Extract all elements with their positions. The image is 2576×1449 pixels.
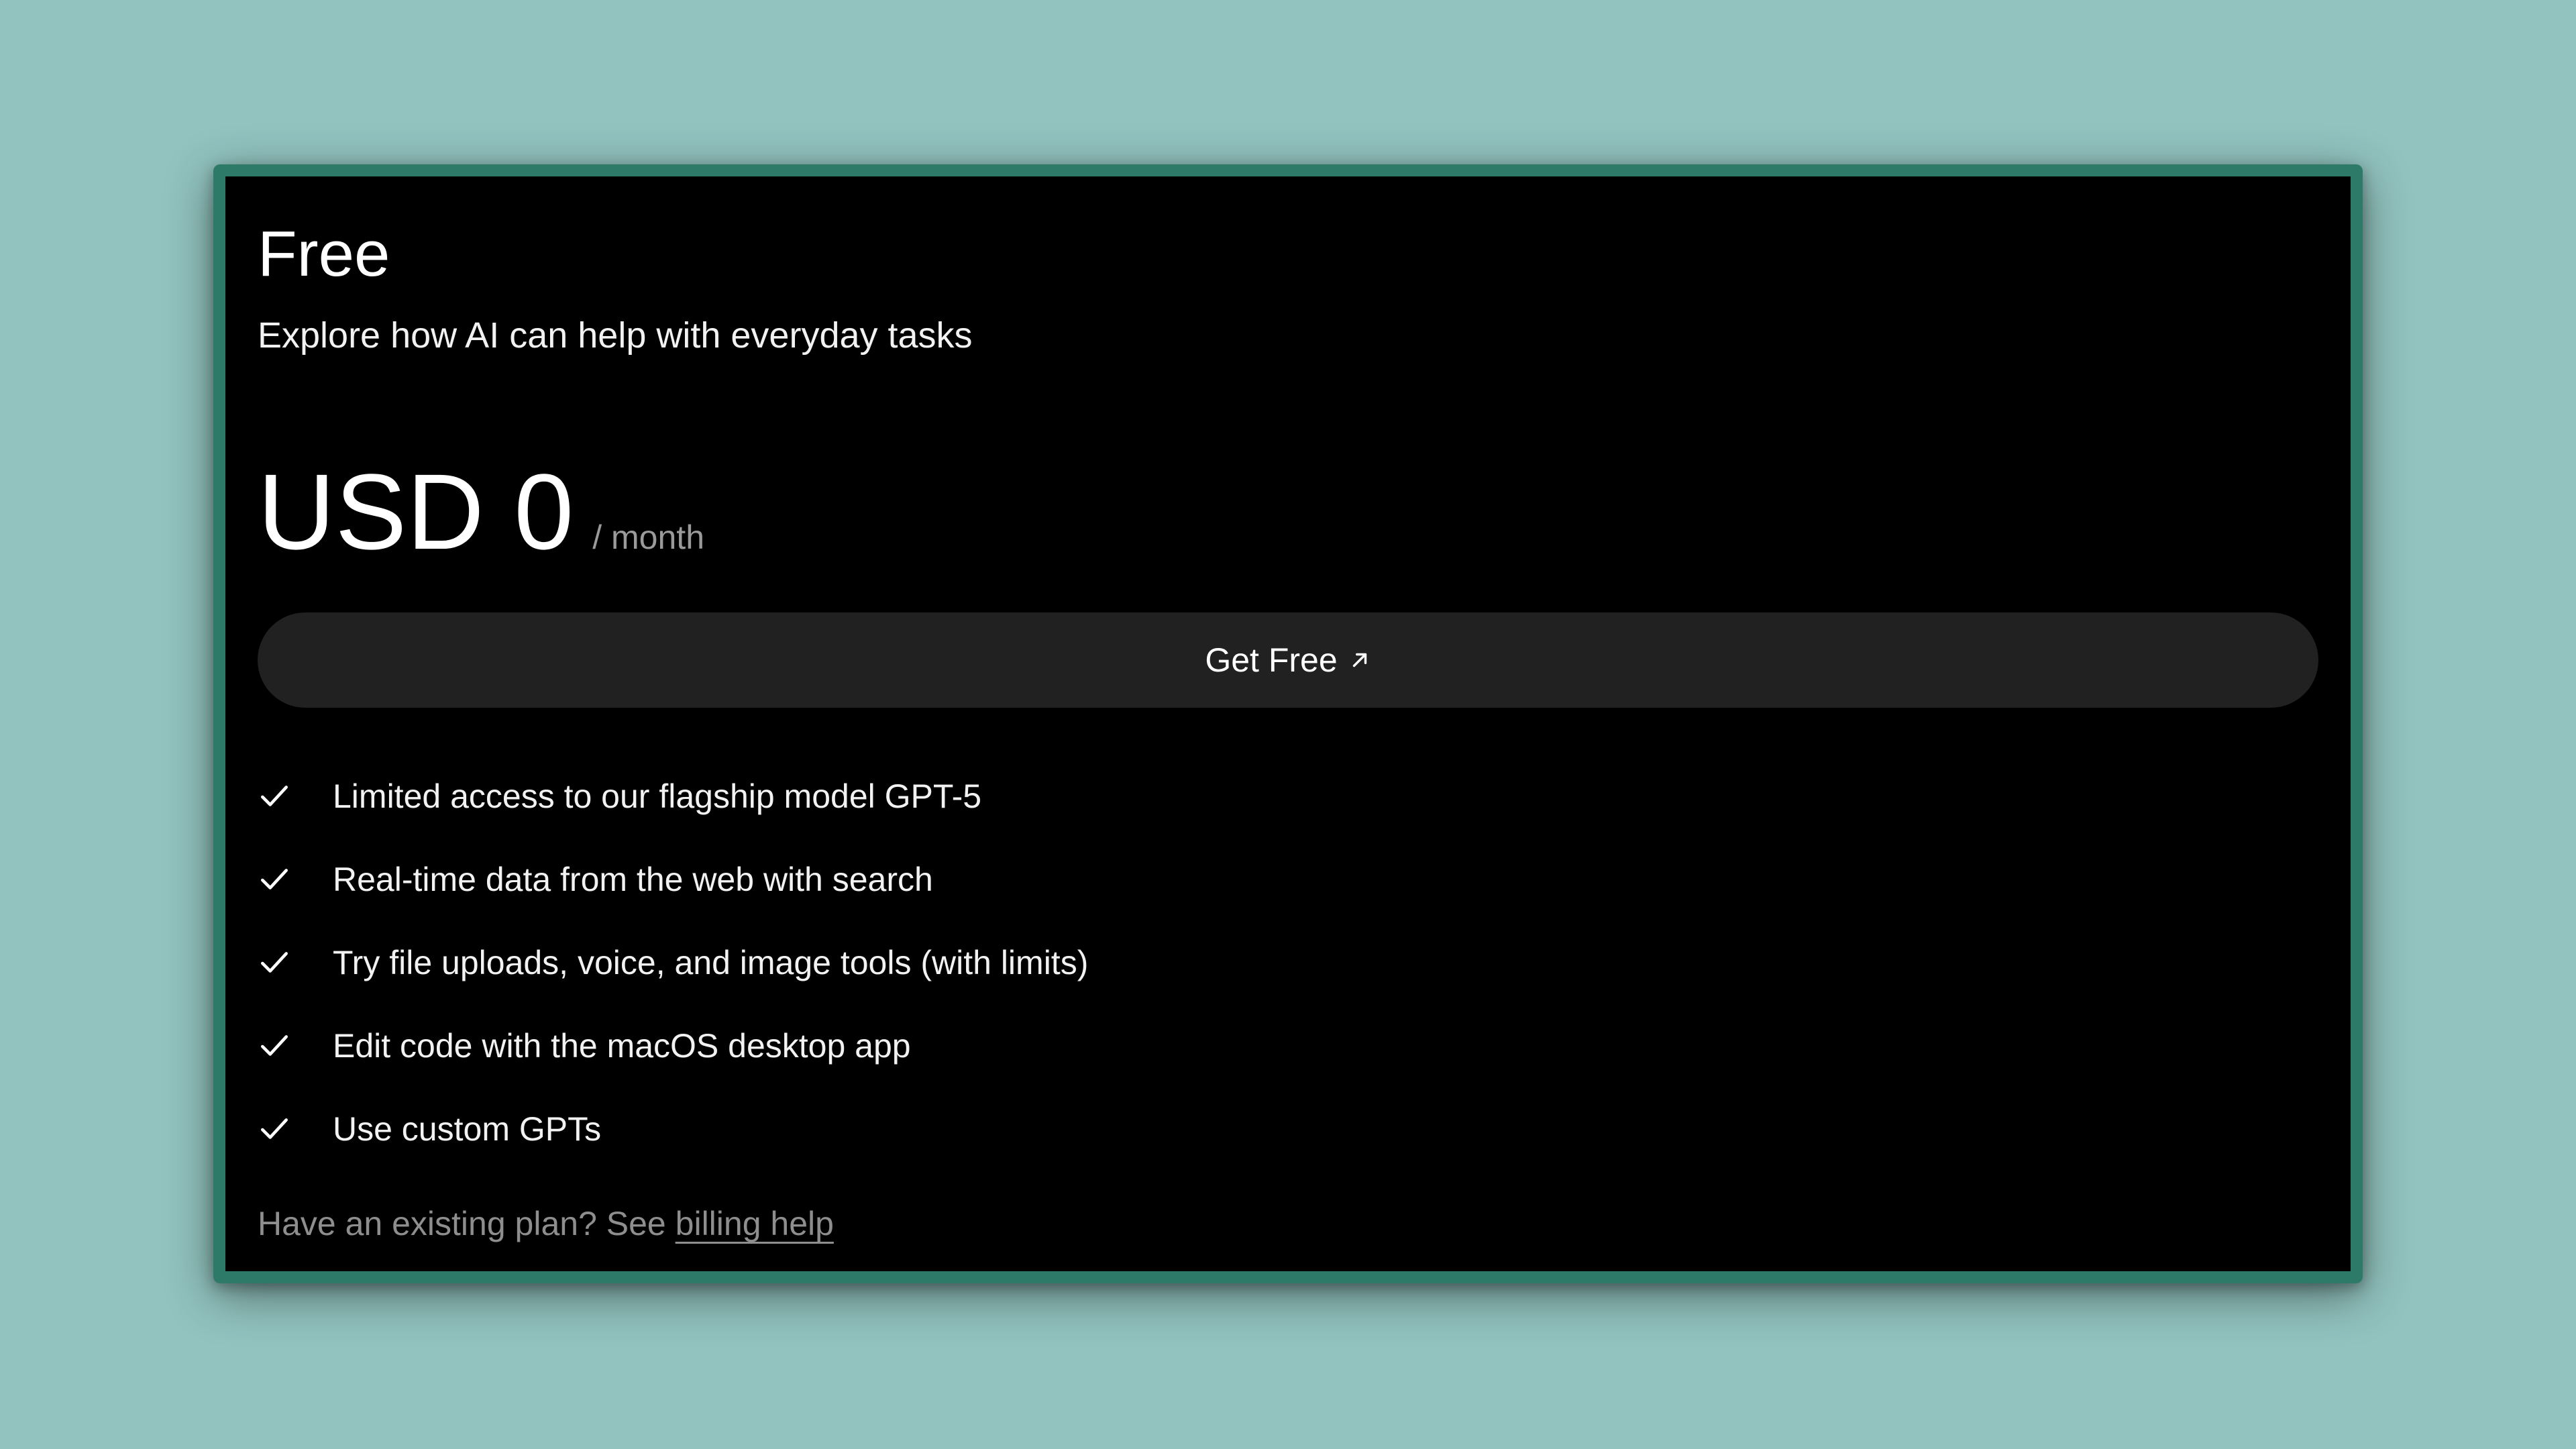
footer-note: Have an existing plan? See billing help — [258, 1207, 834, 1240]
feature-label: Try file uploads, voice, and image tools… — [333, 944, 1089, 981]
feature-label: Real-time data from the web with search — [333, 861, 933, 898]
check-icon — [261, 1035, 288, 1056]
price-amount: USD 0 — [258, 451, 574, 572]
get-free-button[interactable]: Get Free — [258, 612, 2318, 708]
check-icon — [261, 869, 288, 890]
feature-item: Limited access to our flagship model GPT… — [258, 755, 1088, 838]
price-period: / month — [592, 519, 704, 556]
check-icon — [261, 1118, 288, 1139]
feature-label: Limited access to our flagship model GPT… — [333, 777, 982, 815]
billing-help-link[interactable]: billing help — [676, 1205, 834, 1242]
feature-item: Real-time data from the web with search — [258, 838, 1088, 921]
feature-item: Try file uploads, voice, and image tools… — [258, 921, 1088, 1004]
price-row: USD 0 / month — [258, 458, 704, 566]
check-icon — [261, 952, 288, 973]
feature-item: Edit code with the macOS desktop app — [258, 1004, 1088, 1087]
footer-prefix: Have an existing plan? See — [258, 1205, 666, 1242]
check-icon — [261, 786, 288, 806]
pricing-card: Free Explore how AI can help with everyd… — [225, 176, 2351, 1271]
feature-label: Use custom GPTs — [333, 1110, 602, 1148]
window-frame: Free Explore how AI can help with everyd… — [213, 164, 2363, 1283]
feature-item: Use custom GPTs — [258, 1087, 1088, 1171]
plan-title: Free — [258, 218, 390, 290]
feature-label: Edit code with the macOS desktop app — [333, 1027, 911, 1065]
plan-subtitle: Explore how AI can help with everyday ta… — [258, 315, 973, 356]
feature-list: Limited access to our flagship model GPT… — [258, 755, 1088, 1171]
get-free-button-label: Get Free — [1205, 641, 1338, 679]
arrow-up-right-icon — [1352, 653, 1366, 667]
